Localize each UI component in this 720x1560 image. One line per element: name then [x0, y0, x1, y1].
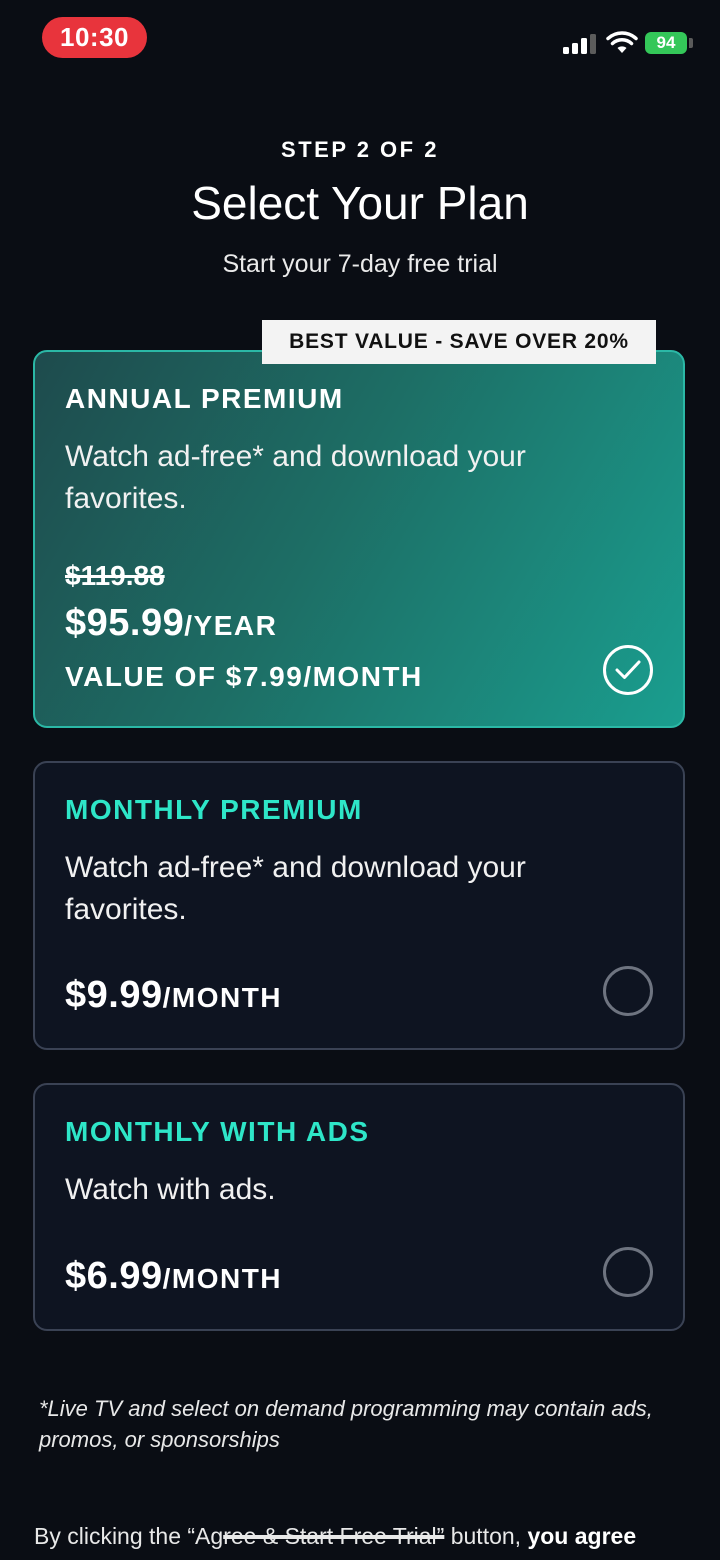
plan-price: $95.99/YEAR: [65, 602, 277, 645]
plan-card-annual-premium[interactable]: ANNUAL PREMIUM Watch ad-free* and downlo…: [33, 350, 685, 728]
agree-middle: button,: [444, 1523, 528, 1549]
status-time: 10:30: [42, 17, 147, 58]
best-value-badge: BEST VALUE - SAVE OVER 20%: [262, 320, 656, 364]
wifi-icon: [606, 31, 638, 53]
plan-card-monthly-premium[interactable]: MONTHLY PREMIUM Watch ad-free* and downl…: [33, 761, 685, 1050]
price-amount: $95.99: [65, 602, 185, 644]
plan-price: $9.99/MONTH: [65, 974, 282, 1017]
battery-tip: [689, 38, 693, 48]
battery-level: 94: [656, 33, 676, 52]
signal-icon: [563, 34, 596, 54]
plan-name: ANNUAL PREMIUM: [65, 383, 344, 414]
radio-unselected[interactable]: [603, 966, 653, 1016]
agree-bold: you agree: [527, 1523, 637, 1549]
plan-card-monthly-with-ads[interactable]: MONTHLY WITH ADS Watch with ads. $6.99/M…: [33, 1083, 685, 1331]
page-subtitle: Start your 7-day free trial: [222, 250, 498, 278]
status-bar: 10:30 94: [0, 0, 720, 80]
price-unit: /MONTH: [162, 1263, 283, 1294]
plan-name: MONTHLY PREMIUM: [65, 794, 363, 825]
price-amount: $6.99: [65, 1255, 163, 1297]
price-unit: /YEAR: [184, 610, 278, 641]
original-price: $119.88: [65, 560, 165, 591]
ads-disclaimer: *Live TV and select on demand programmin…: [39, 1396, 653, 1452]
agree-button-reference: ree & Start Free Trial”: [223, 1523, 445, 1549]
plan-description: Watch ad-free* and download your favorit…: [65, 851, 526, 926]
value-note: VALUE OF $7.99/MONTH: [65, 661, 423, 692]
plan-description: Watch ad-free* and download your favorit…: [65, 440, 526, 515]
radio-unselected[interactable]: [603, 1247, 653, 1297]
battery-icon: 94: [645, 32, 687, 54]
price-unit: /MONTH: [162, 982, 283, 1013]
checkmark-icon: [615, 660, 641, 679]
step-indicator: STEP 2 OF 2: [281, 137, 439, 162]
radio-selected[interactable]: [603, 645, 653, 695]
plan-price: $6.99/MONTH: [65, 1255, 282, 1298]
page-title: Select Your Plan: [191, 177, 529, 229]
plan-name: MONTHLY WITH ADS: [65, 1116, 370, 1147]
price-amount: $9.99: [65, 974, 163, 1016]
agree-prefix: By clicking the “Ag: [34, 1523, 224, 1549]
terms-agreement: By clicking the “Agree & Start Free Tria…: [34, 1523, 714, 1550]
plan-description: Watch with ads.: [65, 1173, 276, 1206]
